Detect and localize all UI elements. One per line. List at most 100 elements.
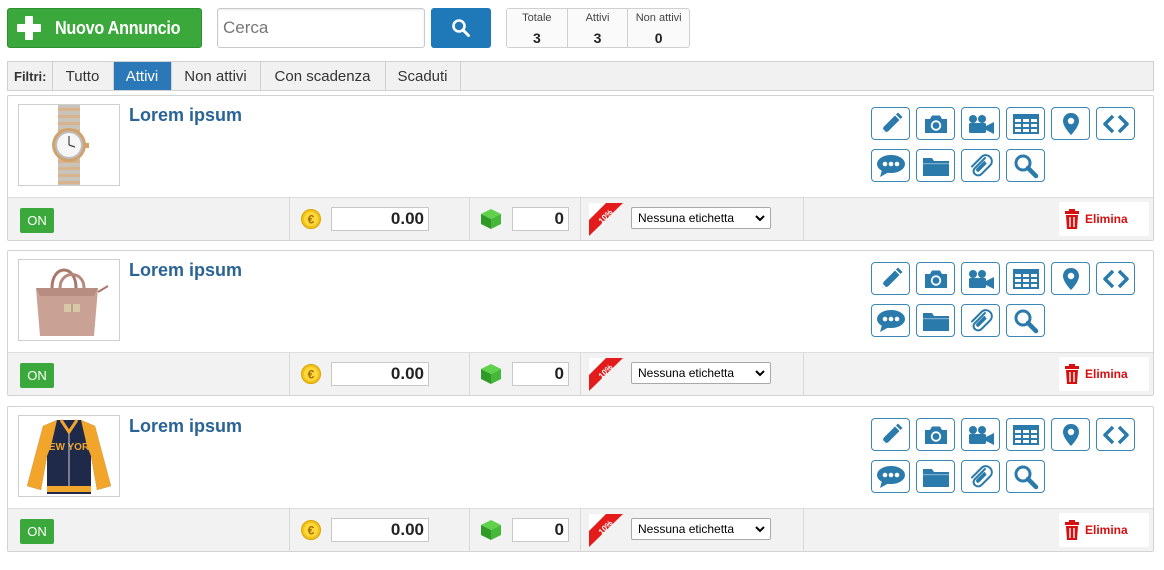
folder-button[interactable] [916, 304, 955, 337]
camera-button[interactable] [916, 418, 955, 451]
code-button[interactable] [1096, 262, 1135, 295]
euro-coin-icon: € [301, 520, 321, 540]
listing-image[interactable] [18, 104, 120, 186]
listing-title[interactable]: Lorem ipsum [129, 105, 242, 126]
tag-select[interactable]: Nessuna etichetta [631, 207, 771, 229]
comments-button[interactable] [871, 149, 910, 182]
counter-inactive: Non attivi 0 [628, 9, 689, 47]
filter-bar: Filtri: Tutto Attivi Non attivi Con scad… [7, 61, 1154, 91]
edit-button[interactable] [871, 107, 910, 140]
jacket-image: NEW YORK [27, 419, 111, 494]
price-input[interactable] [331, 362, 429, 386]
svg-text:€: € [308, 213, 315, 227]
price-input[interactable] [331, 207, 429, 231]
search-input[interactable] [217, 8, 425, 48]
comments-button[interactable] [871, 460, 910, 493]
price-input[interactable] [331, 518, 429, 542]
listing-title[interactable]: Lorem ipsum [129, 260, 242, 281]
video-button[interactable] [961, 418, 1000, 451]
video-button[interactable] [961, 262, 1000, 295]
table-icon [1012, 268, 1039, 289]
camera-button[interactable] [916, 107, 955, 140]
paperclip-icon [970, 308, 993, 331]
counter-value: 3 [532, 30, 541, 46]
quantity-input[interactable] [512, 207, 569, 231]
status-toggle-button[interactable]: ON [20, 363, 54, 388]
divider [580, 198, 581, 241]
counter-total: Totale 3 [507, 9, 568, 47]
comments-button[interactable] [871, 304, 910, 337]
magnify-button[interactable] [1006, 304, 1045, 337]
video-button[interactable] [961, 107, 1000, 140]
listing-image[interactable]: NEW YORK [18, 415, 120, 497]
filter-tab-active[interactable]: Attivi [112, 62, 171, 90]
listing-footer: ON € 10% Nessuna etichetta [8, 508, 1153, 552]
edit-button[interactable] [871, 262, 910, 295]
delete-button[interactable]: Elimina [1059, 513, 1149, 547]
tag-select[interactable]: Nessuna etichetta [631, 518, 771, 540]
discount-ribbon-icon[interactable]: 10% [589, 358, 623, 391]
filter-tab-expired[interactable]: Scaduti [384, 62, 461, 90]
camera-button[interactable] [916, 262, 955, 295]
magnify-button[interactable] [1006, 460, 1045, 493]
edit-button[interactable] [871, 418, 910, 451]
paperclip-icon [970, 153, 993, 176]
svg-text:€: € [308, 524, 315, 538]
delete-button[interactable]: Elimina [1059, 357, 1149, 391]
counter-label: Totale [522, 12, 552, 24]
paperclip-icon [970, 464, 993, 487]
quantity-input[interactable] [512, 362, 569, 386]
filter-tab-all[interactable]: Tutto [51, 62, 113, 90]
counter-label: Attivi [585, 12, 610, 24]
new-listing-label: Nuovo Annuncio [55, 17, 181, 38]
chevron-down-icon [755, 370, 765, 377]
new-listing-button[interactable]: Nuovo Annuncio [7, 8, 202, 48]
map-pin-button[interactable] [1051, 418, 1090, 451]
stock-cube-icon [481, 364, 501, 384]
divider [289, 353, 290, 396]
video-icon [968, 269, 994, 289]
code-icon [1102, 425, 1129, 444]
quantity-input[interactable] [512, 518, 569, 542]
filter-tab-inactive[interactable]: Non attivi [170, 62, 260, 90]
listing-footer: ON € 10% Nessuna etichetta [8, 197, 1153, 241]
map-pin-button[interactable] [1051, 107, 1090, 140]
trash-icon [1065, 364, 1079, 384]
code-button[interactable] [1096, 107, 1135, 140]
counter-active: Attivi 3 [568, 9, 629, 47]
camera-icon [924, 115, 947, 133]
discount-ribbon-icon[interactable]: 10% [589, 203, 623, 236]
listing-card: NEW YORK Lorem ipsum ON € 0.00 0 10% Nes… [7, 406, 1154, 552]
magnify-button[interactable] [1006, 149, 1045, 182]
paperclip-button[interactable] [961, 460, 1000, 493]
filter-tab-with-expiry[interactable]: Con scadenza [259, 62, 385, 90]
paperclip-button[interactable] [961, 149, 1000, 182]
paperclip-button[interactable] [961, 304, 1000, 337]
tag-select-value: Nessuna etichetta [638, 366, 735, 380]
listing-image[interactable] [18, 259, 120, 341]
divider [289, 509, 290, 552]
code-button[interactable] [1096, 418, 1135, 451]
folder-icon [922, 157, 949, 176]
folder-button[interactable] [916, 460, 955, 493]
status-toggle-button[interactable]: ON [20, 519, 54, 544]
map-pin-icon [1062, 112, 1079, 135]
table-button[interactable] [1006, 262, 1045, 295]
map-pin-button[interactable] [1051, 262, 1090, 295]
table-button[interactable] [1006, 418, 1045, 451]
delete-button[interactable]: Elimina [1059, 202, 1149, 236]
discount-ribbon-icon[interactable]: 10% [589, 514, 623, 547]
video-icon [968, 114, 994, 134]
divider [469, 198, 470, 241]
magnify-icon [1014, 154, 1038, 178]
tag-select[interactable]: Nessuna etichetta [631, 362, 771, 384]
folder-icon [922, 468, 949, 487]
status-toggle-button[interactable]: ON [20, 208, 54, 233]
table-button[interactable] [1006, 107, 1045, 140]
folder-button[interactable] [916, 149, 955, 182]
listing-title[interactable]: Lorem ipsum [129, 416, 242, 437]
search-button[interactable] [431, 8, 491, 48]
divider [803, 509, 804, 552]
watch-image [52, 105, 89, 185]
filter-label: Filtri: [14, 68, 47, 84]
